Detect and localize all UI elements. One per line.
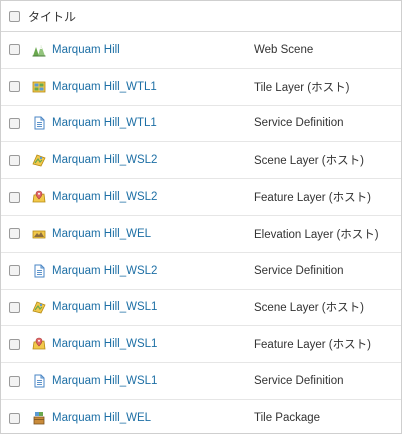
feature-layer-icon	[32, 190, 46, 204]
tile-layer-icon	[32, 80, 46, 94]
item-title-link[interactable]: Marquam Hill	[52, 44, 252, 56]
item-type: Tile Layer (ホスト)	[254, 81, 350, 94]
list-item: Marquam Hill_WTL1 Tile Layer (ホスト)	[1, 69, 401, 106]
item-type: Scene Layer (ホスト)	[254, 155, 364, 168]
service-definition-icon	[32, 374, 46, 388]
item-type: Service Definition	[254, 375, 344, 388]
list-item: Marquam Hill_WSL1 Scene Layer (ホスト)	[1, 290, 401, 327]
list-item: Marquam Hill_WSL2 Scene Layer (ホスト)	[1, 142, 401, 180]
list-item: Marquam Hill_WSL1 Service Definition	[1, 363, 401, 400]
service-definition-icon	[32, 264, 46, 278]
list-item: Marquam Hill Web Scene	[1, 32, 401, 69]
item-type: Scene Layer (ホスト)	[254, 302, 364, 315]
content-list: タイトル Marquam Hill Web Scene Marquam Hill…	[0, 0, 402, 434]
row-checkbox[interactable]	[9, 301, 20, 313]
row-checkbox[interactable]	[9, 338, 20, 350]
row-checkbox[interactable]	[9, 44, 20, 56]
row-checkbox[interactable]	[9, 375, 20, 387]
item-title-link[interactable]: Marquam Hill_WSL1	[52, 338, 252, 350]
list-header: タイトル	[1, 1, 401, 32]
item-title-link[interactable]: Marquam Hill_WSL2	[52, 191, 252, 203]
list-item: Marquam Hill_WTL1 Service Definition	[1, 106, 401, 143]
row-checkbox[interactable]	[9, 117, 20, 129]
web-scene-icon	[32, 43, 46, 57]
item-title-link[interactable]: Marquam Hill_WTL1	[52, 81, 252, 93]
list-item: Marquam Hill_WSL1 Feature Layer (ホスト)	[1, 326, 401, 364]
elevation-layer-icon	[32, 227, 46, 241]
feature-layer-icon	[32, 337, 46, 351]
row-checkbox[interactable]	[9, 191, 20, 203]
row-checkbox[interactable]	[9, 228, 20, 240]
list-item: Marquam Hill_WEL Elevation Layer (ホスト)	[1, 216, 401, 253]
scene-layer-icon	[32, 153, 46, 167]
item-title-link[interactable]: Marquam Hill_WSL1	[52, 301, 252, 313]
item-type: Elevation Layer (ホスト)	[254, 228, 379, 241]
column-title-header: タイトル	[28, 9, 77, 24]
tile-package-icon	[32, 411, 46, 425]
item-title-link[interactable]: Marquam Hill_WSL2	[52, 265, 252, 277]
row-checkbox[interactable]	[9, 412, 20, 424]
row-checkbox[interactable]	[9, 265, 20, 277]
item-type: Tile Package	[254, 412, 321, 425]
scene-layer-icon	[32, 300, 46, 314]
list-item: Marquam Hill_WEL Tile Package	[1, 400, 401, 437]
select-all-checkbox[interactable]	[9, 10, 20, 22]
list-item: Marquam Hill_WSL2 Feature Layer (ホスト)	[1, 179, 401, 216]
item-title-link[interactable]: Marquam Hill_WSL1	[52, 375, 252, 387]
row-checkbox[interactable]	[9, 154, 20, 166]
item-type: Feature Layer (ホスト)	[254, 339, 371, 352]
item-title-link[interactable]: Marquam Hill_WEL	[52, 228, 252, 240]
list-item: Marquam Hill_WSL2 Service Definition	[1, 253, 401, 290]
item-title-link[interactable]: Marquam Hill_WSL2	[52, 154, 252, 166]
item-type: Service Definition	[254, 264, 344, 277]
item-type: Service Definition	[254, 117, 344, 130]
item-title-link[interactable]: Marquam Hill_WEL	[52, 412, 252, 424]
service-definition-icon	[32, 116, 46, 130]
item-type: Feature Layer (ホスト)	[254, 192, 371, 205]
item-type: Web Scene	[254, 43, 314, 56]
row-checkbox[interactable]	[9, 81, 20, 93]
item-title-link[interactable]: Marquam Hill_WTL1	[52, 117, 252, 129]
